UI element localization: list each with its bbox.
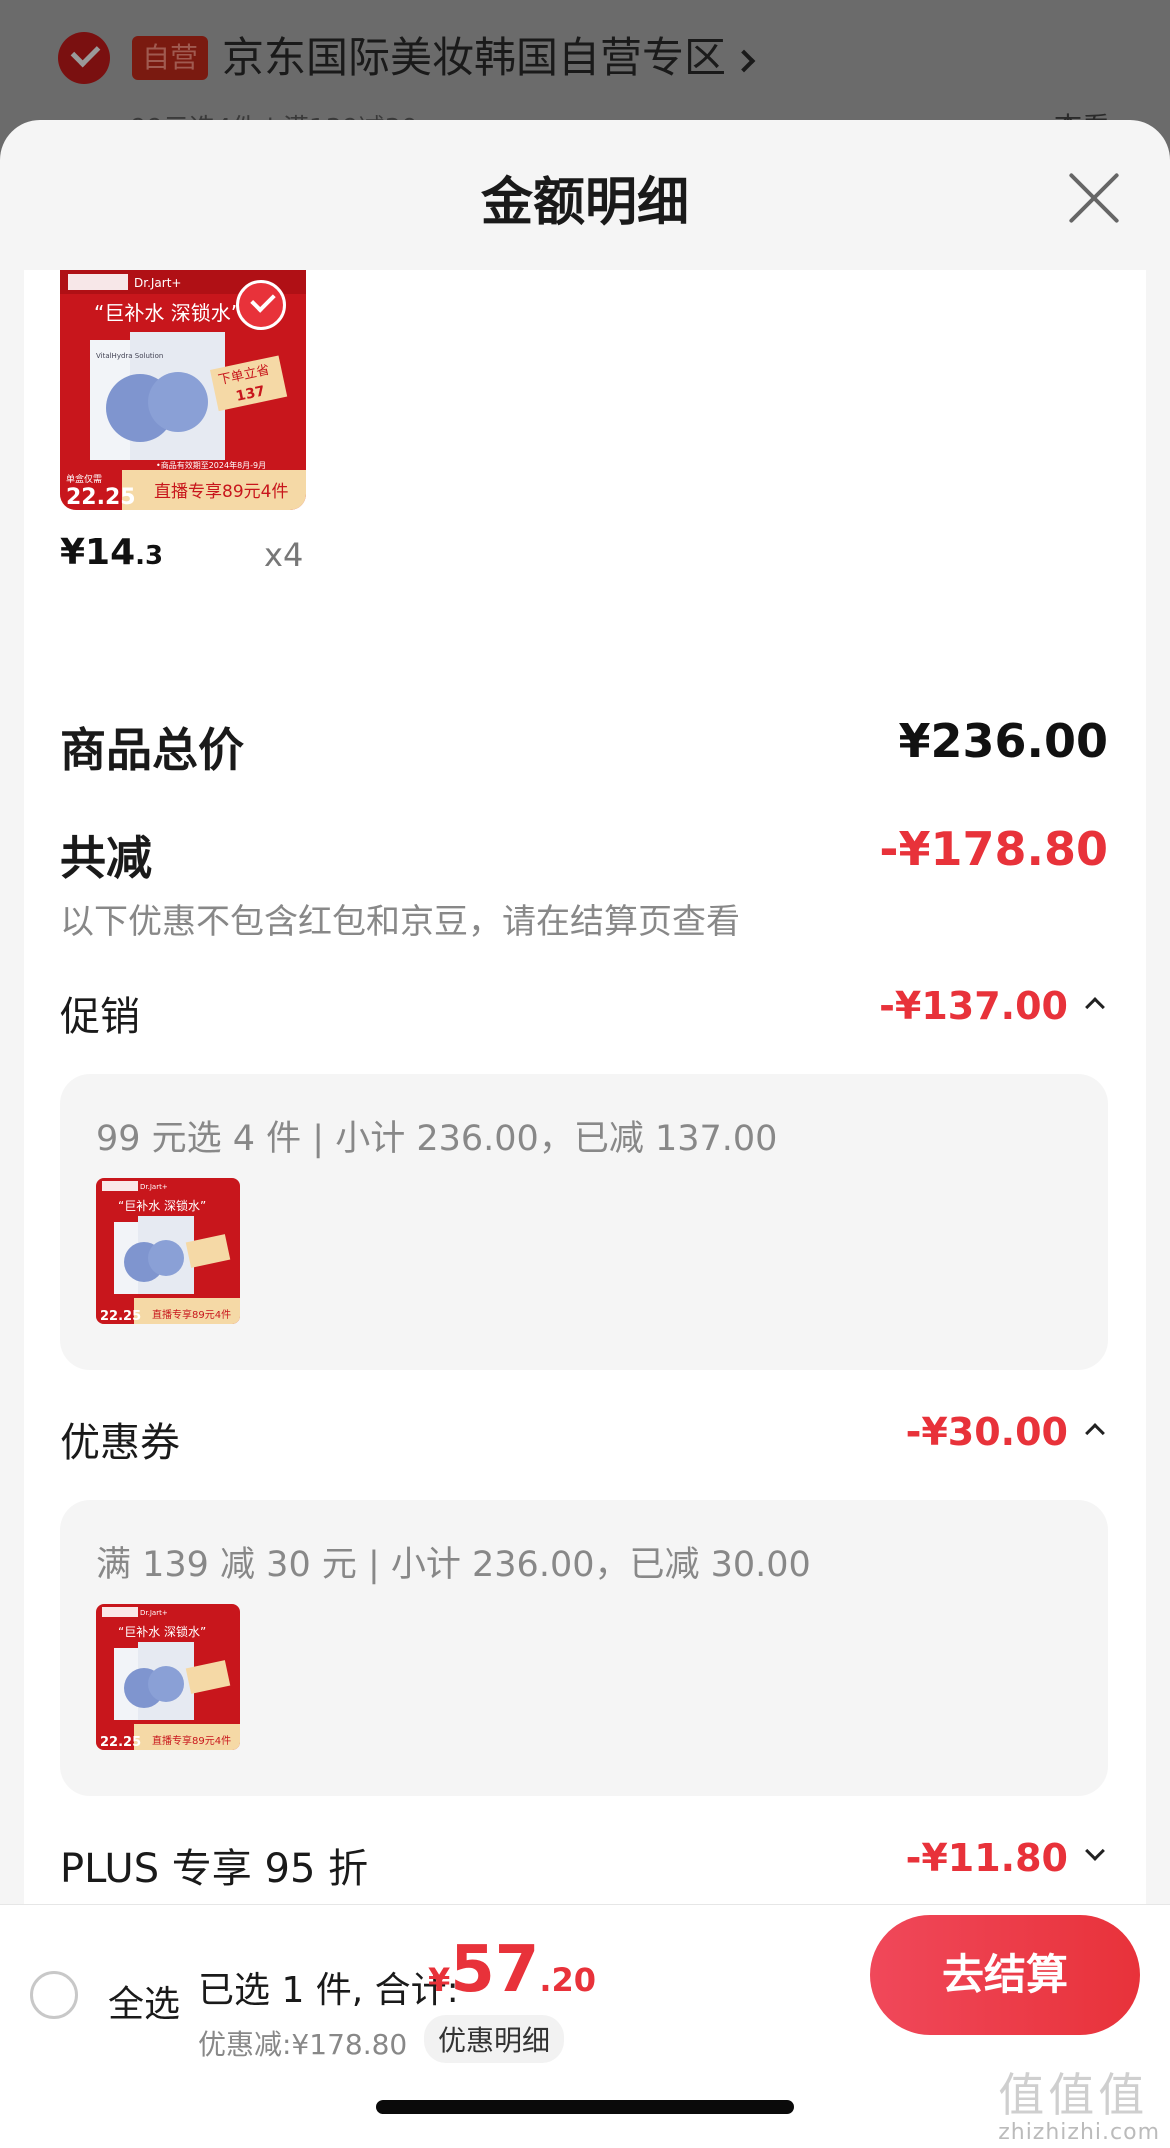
grand-total-integer: 57 bbox=[450, 1933, 540, 2007]
plus-discount-label: PLUS 专享 95 折 bbox=[60, 1846, 369, 1892]
discount-amount: 优惠减:¥178.80 bbox=[198, 2028, 408, 2061]
mini-unit-price: 22.25 bbox=[100, 1735, 141, 1750]
amount-detail-sheet: 金额明细 Dr.Jart+ “巨补水 深锁水” VitalHydra Solut… bbox=[0, 120, 1170, 2148]
goods-total-value: ¥236.00 bbox=[898, 714, 1108, 768]
thumb-unit-label: 单盒仅需 bbox=[66, 473, 102, 485]
mini-brand: Dr.Jart+ bbox=[140, 1183, 168, 1191]
coupon-detail-text: 满 139 减 30 元 | 小计 236.00，已减 30.00 bbox=[96, 1545, 811, 1585]
discount-hint: 以下优惠不包含红包和京豆，请在结算页查看 bbox=[60, 902, 740, 942]
product-price: ¥14.3 bbox=[60, 532, 163, 573]
product-image: Dr.Jart+ “巨补水 深锁水” 22.25 直播专享89元4件 bbox=[96, 1178, 240, 1324]
coupon-value: -¥30.00 bbox=[905, 1410, 1068, 1454]
selected-check-icon[interactable] bbox=[236, 280, 286, 330]
watermark-logo: 值值值 bbox=[998, 2068, 1149, 2122]
plus-discount-value: -¥11.80 bbox=[905, 1836, 1068, 1880]
promotion-detail-text: 99 元选 4 件 | 小计 236.00，已减 137.00 bbox=[96, 1119, 778, 1159]
goods-total-row: 商品总价 ¥236.00 bbox=[60, 714, 1108, 777]
select-all-label[interactable]: 全选 bbox=[108, 1975, 180, 2027]
mini-banner: 直播专享89元4件 bbox=[152, 1308, 231, 1321]
grand-total: ¥57.20 bbox=[428, 1933, 596, 2007]
coupon-label: 优惠券 bbox=[60, 1420, 180, 1466]
discount-detail-link[interactable]: 优惠明细 bbox=[424, 2015, 565, 2063]
home-indicator[interactable] bbox=[376, 2100, 794, 2114]
close-icon[interactable] bbox=[1066, 170, 1122, 226]
promotion-label: 促销 bbox=[60, 994, 140, 1040]
watermark-site: zhizhizhi.com bbox=[998, 2120, 1160, 2145]
mini-banner: 直播专享89元4件 bbox=[152, 1734, 231, 1747]
select-all-radio[interactable] bbox=[30, 1971, 78, 2019]
product-quantity: x4 bbox=[264, 536, 304, 574]
mini-brand: Dr.Jart+ bbox=[140, 1609, 168, 1617]
promotion-row[interactable]: 促销 -¥137.00 bbox=[60, 984, 1108, 1040]
sheet-title: 金额明细 bbox=[480, 173, 689, 233]
watermark: 值值值 zhizhizhi.com bbox=[998, 2070, 1160, 2145]
promotion-product-thumbnail[interactable]: Dr.Jart+ “巨补水 深锁水” 22.25 直播专享89元4件 bbox=[96, 1178, 240, 1324]
chevron-right-icon bbox=[732, 49, 756, 72]
grand-total-decimal: .20 bbox=[539, 1961, 597, 1999]
coupon-row[interactable]: 优惠券 -¥30.00 bbox=[60, 1410, 1108, 1466]
thumb-unit-price: 22.25 bbox=[66, 485, 136, 510]
mini-headline: “巨补水 深锁水” bbox=[118, 1198, 206, 1213]
store-name-text: 京东国际美妆韩国自营专区 bbox=[222, 33, 727, 82]
total-reduction-label: 共减 bbox=[60, 831, 152, 885]
selected-count-text: 已选 1 件, 合计: bbox=[198, 1970, 459, 2011]
store-name: 京东国际美妆韩国自营专区 bbox=[222, 30, 756, 86]
promotion-detail-box: 99 元选 4 件 | 小计 236.00，已减 137.00 Dr.Jart+… bbox=[60, 1074, 1108, 1370]
mini-headline: “巨补水 深锁水” bbox=[118, 1624, 206, 1639]
goods-total-label: 商品总价 bbox=[60, 723, 244, 777]
coupon-detail-box: 满 139 减 30 元 | 小计 236.00，已减 30.00 Dr.Jar… bbox=[60, 1500, 1108, 1796]
product-price-decimal: .3 bbox=[135, 541, 164, 571]
mini-unit-price: 22.25 bbox=[100, 1309, 141, 1324]
thumb-headline: “巨补水 深锁水” bbox=[94, 301, 241, 325]
store-check-icon bbox=[58, 32, 110, 84]
thumb-banner: 直播专享89元4件 bbox=[154, 482, 288, 502]
plus-discount-row[interactable]: PLUS 专享 95 折 -¥11.80 bbox=[60, 1836, 1108, 1892]
total-reduction-row: 共减 -¥178.80 bbox=[60, 822, 1108, 885]
product-image: Dr.Jart+ “巨补水 深锁水” 22.25 直播专享89元4件 bbox=[96, 1604, 240, 1750]
grand-total-currency: ¥ bbox=[428, 1961, 451, 1999]
thumb-validity: •商品有效期至2024年8月-9月 bbox=[156, 460, 266, 470]
product-price-main: ¥14 bbox=[60, 532, 136, 573]
thumb-box-name: VitalHydra Solution bbox=[96, 352, 163, 360]
promotion-value: -¥137.00 bbox=[879, 984, 1068, 1028]
self-operated-badge: 自营 bbox=[132, 36, 208, 80]
checkout-button[interactable]: 去结算 bbox=[870, 1915, 1140, 2035]
coupon-product-thumbnail[interactable]: Dr.Jart+ “巨补水 深锁水” 22.25 直播专享89元4件 bbox=[96, 1604, 240, 1750]
thumb-brand: Dr.Jart+ bbox=[134, 276, 181, 290]
total-reduction-value: -¥178.80 bbox=[879, 822, 1108, 876]
